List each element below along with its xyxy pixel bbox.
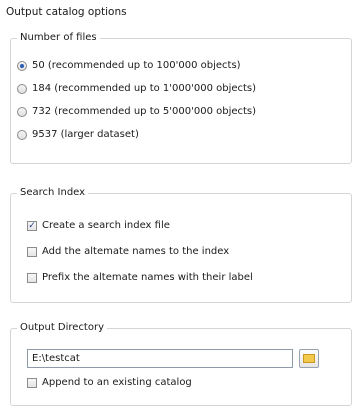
add-alternate-checkbox[interactable]: [27, 246, 37, 257]
files-option-184[interactable]: 184 (recommended up to 1'000'000 objects…: [17, 83, 256, 94]
create-index-checkbox[interactable]: ✓: [27, 220, 37, 231]
files-option-732-label: 732 (recommended up to 5'000'000 objects…: [32, 106, 257, 117]
prefix-alternate-label: Prefix the altemate names with their lab…: [42, 272, 253, 283]
add-alternate-option[interactable]: Add the altemate names to the index: [27, 246, 229, 257]
files-option-50[interactable]: 50 (recommended up to 100'000 objects): [17, 60, 241, 71]
files-option-50-label: 50 (recommended up to 100'000 objects): [32, 60, 241, 71]
add-alternate-label: Add the altemate names to the index: [42, 246, 230, 257]
search-index-group: Search Index ✓ Create a search index fil…: [10, 187, 352, 303]
number-of-files-group: Number of files 50 (recommended up to 10…: [10, 32, 352, 164]
files-option-184-label: 184 (recommended up to 1'000'000 objects…: [32, 83, 257, 94]
append-option[interactable]: Append to an existing catalog: [27, 377, 192, 388]
files-option-732[interactable]: 732 (recommended up to 5'000'000 objects…: [17, 106, 256, 117]
files-option-9537[interactable]: 9537 (larger dataset): [17, 129, 139, 140]
folder-icon: [303, 354, 315, 363]
browse-folder-button[interactable]: [299, 349, 319, 368]
files-option-9537-label: 9537 (larger dataset): [32, 129, 139, 140]
output-directory-group: Output Directory E:\testcat Append to an…: [10, 322, 352, 406]
radio-732[interactable]: [17, 106, 27, 117]
radio-184[interactable]: [17, 83, 27, 94]
number-of-files-legend: Number of files: [17, 32, 100, 43]
output-directory-input[interactable]: E:\testcat: [27, 349, 293, 368]
radio-9537[interactable]: [17, 129, 27, 140]
prefix-alternate-option[interactable]: Prefix the altemate names with their lab…: [27, 272, 253, 283]
search-index-legend: Search Index: [17, 187, 89, 198]
create-index-option[interactable]: ✓ Create a search index file: [27, 220, 170, 231]
append-checkbox[interactable]: [27, 377, 37, 388]
create-index-label: Create a search index file: [42, 220, 170, 231]
prefix-alternate-checkbox[interactable]: [27, 272, 37, 283]
append-label: Append to an existing catalog: [42, 377, 192, 388]
output-directory-legend: Output Directory: [17, 322, 108, 333]
options-title: Output catalog options: [6, 6, 127, 18]
radio-50[interactable]: [17, 60, 27, 71]
